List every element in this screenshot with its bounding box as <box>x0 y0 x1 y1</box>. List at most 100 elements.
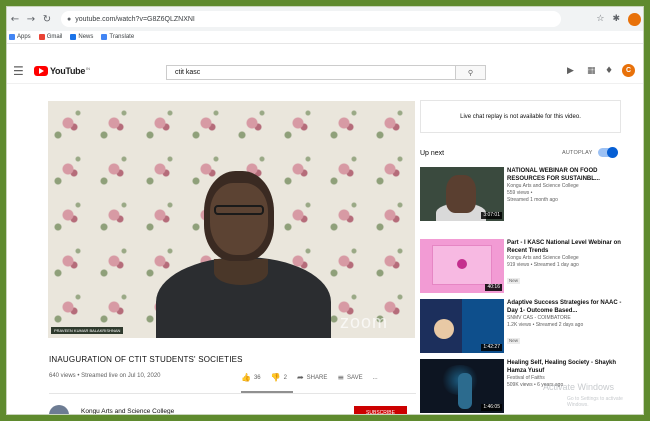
speaker-neck <box>214 259 268 285</box>
subscribe-button[interactable]: SUBSCRIBE <box>354 406 407 414</box>
share-button[interactable]: ➦ SHARE <box>297 373 327 382</box>
rec-channel: Festival of Faiths <box>507 375 545 381</box>
like-button[interactable]: 👍 36 <box>241 373 261 382</box>
gmail-icon <box>38 34 45 40</box>
like-count: 36 <box>253 374 261 381</box>
bookmark-gmail[interactable]: Gmail <box>38 34 63 40</box>
forward-icon[interactable]: → <box>23 14 39 25</box>
video-title: INAUGURATION OF CTIT STUDENTS' SOCIETIES <box>49 355 243 364</box>
share-icon: ➦ <box>296 373 304 382</box>
video-thumbnail[interactable]: 1:46:05 <box>420 359 504 413</box>
video-thumbnail[interactable]: 3:07:01 <box>420 167 504 221</box>
bookmark-apps[interactable]: Apps <box>9 34 31 40</box>
thumb-figure-head <box>446 175 476 213</box>
browser-window: ← → ↻ ● youtube.com/watch?v=G8Z6QLZNXNI … <box>6 6 644 415</box>
activate-windows-watermark: Activate Windows <box>543 382 615 392</box>
speaker-figure <box>156 171 336 338</box>
rec-views: 1.2K views • Streamed 2 days ago <box>507 322 584 328</box>
thumbs-down-icon: 👎 <box>270 373 281 382</box>
video-duration: 1:42:27 <box>481 344 502 351</box>
save-button[interactable]: ≡ SAVE <box>337 373 362 382</box>
search-input[interactable]: ctit kasc <box>166 65 456 80</box>
profile-icon[interactable] <box>628 12 641 26</box>
translate-icon <box>101 34 108 40</box>
rec-title[interactable]: NATIONAL WEBINAR ON FOOD RESOURCES FOR S… <box>507 167 627 183</box>
video-duration: 3:07:01 <box>481 212 502 219</box>
thumbs-up-icon: 👍 <box>241 373 251 382</box>
more-actions-button[interactable]: ... <box>373 375 378 381</box>
video-duration: 40:16 <box>485 284 502 291</box>
up-next-heading: Up next <box>420 150 445 157</box>
rec-title[interactable]: Adaptive Success Strategies for NAAC - D… <box>507 299 627 315</box>
rec-channel: Kongu Arts and Science College <box>507 255 579 261</box>
share-label: SHARE <box>306 374 328 381</box>
thumb-portrait <box>434 319 454 339</box>
rec-channel: SNMV CAS - COIMBATORE <box>507 315 571 321</box>
channel-name[interactable]: Kongu Arts and Science College <box>81 408 174 414</box>
bookmark-label: News <box>78 34 94 40</box>
reload-icon[interactable]: ↻ <box>39 14 55 25</box>
url-bar[interactable]: ● youtube.com/watch?v=G8Z6QLZNXNI <box>61 11 561 27</box>
channel-avatar[interactable] <box>49 405 69 414</box>
news-icon <box>70 34 77 40</box>
create-video-icon[interactable]: ▶ <box>567 66 574 76</box>
rec-channel: Kongu Arts and Science College <box>507 183 579 189</box>
address-bar-row: ← → ↻ ● youtube.com/watch?v=G8Z6QLZNXNI … <box>7 7 643 31</box>
video-actions: 👍 36 👎 2 ➦ SHARE ≡ SAVE ... <box>241 373 378 382</box>
rec-views: 919 views • Streamed 1 day ago <box>507 262 579 268</box>
video-duration: 1:46:05 <box>481 404 502 411</box>
search-button[interactable]: ⚲ <box>456 65 486 80</box>
recommended-video[interactable]: 1:42:27 Adaptive Success Strategies for … <box>420 299 630 357</box>
apps-icon <box>9 34 15 40</box>
info-divider <box>49 393 416 394</box>
hamburger-menu-icon[interactable]: ☰ <box>13 64 24 78</box>
search-icon: ⚲ <box>467 68 474 77</box>
account-avatar[interactable]: C <box>622 64 635 77</box>
apps-grid-icon[interactable]: ▦ <box>587 66 596 76</box>
bookmark-label: Apps <box>17 34 31 40</box>
video-player[interactable]: PRAVEEN KUMAR BALAKRISHNAN zoom <box>48 101 415 338</box>
bookmark-translate[interactable]: Translate <box>101 34 134 40</box>
playlist-add-icon: ≡ <box>337 373 345 382</box>
video-meta: 640 views • Streamed live on Jul 10, 202… <box>49 373 161 379</box>
zoom-watermark: zoom <box>340 312 389 332</box>
dislike-count: 2 <box>283 374 287 381</box>
back-icon[interactable]: ← <box>7 14 23 25</box>
like-ratio-bar <box>241 391 293 393</box>
live-chat-replay-notice: Live chat replay is not available for th… <box>420 100 621 133</box>
rec-views: 559 views • <box>507 190 533 196</box>
speaker-glasses <box>214 205 264 215</box>
search-query: ctit kasc <box>175 69 201 76</box>
youtube-play-icon <box>34 66 48 76</box>
chat-replay-text: Live chat replay is not available for th… <box>460 113 581 120</box>
region-code: IN <box>86 66 91 71</box>
bookmarks-bar: Apps Gmail News Translate <box>7 31 643 44</box>
new-badge: New <box>507 278 521 284</box>
rec-age: Streamed 1 month ago <box>507 197 558 203</box>
bookmark-label: Gmail <box>46 34 63 40</box>
bookmark-star-icon[interactable]: ☆ <box>596 14 604 24</box>
lock-icon: ● <box>67 15 72 23</box>
notifications-bell-icon[interactable]: ♦ <box>605 66 613 76</box>
speaker-face <box>210 183 268 255</box>
dislike-button[interactable]: 👎 2 <box>271 373 287 382</box>
video-thumbnail[interactable]: 40:16 <box>420 239 504 293</box>
video-thumbnail[interactable]: 1:42:27 <box>420 299 504 353</box>
rec-title[interactable]: Healing Self, Healing Society - Shaykh H… <box>507 359 627 375</box>
youtube-wordmark: YouTube <box>50 66 86 76</box>
rec-title[interactable]: Part - I KASC National Level Webinar on … <box>507 239 627 255</box>
save-label: SAVE <box>347 374 363 381</box>
recommended-video[interactable]: 40:16 Part - I KASC National Level Webin… <box>420 239 630 297</box>
bookmark-news[interactable]: News <box>70 34 93 40</box>
youtube-logo[interactable]: YouTube IN <box>34 66 90 76</box>
autoplay-toggle[interactable] <box>598 147 618 158</box>
thumb-logo <box>457 259 467 269</box>
extension-icon[interactable]: ✱ <box>612 14 620 24</box>
thumb-figure <box>458 373 472 409</box>
participant-name-tag: PRAVEEN KUMAR BALAKRISHNAN <box>51 327 124 334</box>
bookmark-label: Translate <box>109 34 135 40</box>
new-badge: New <box>507 338 521 344</box>
activate-windows-hint: Go to Settings to activate Windows. <box>567 396 623 408</box>
url-text: youtube.com/watch?v=G8Z6QLZNXNI <box>75 15 195 23</box>
recommended-video[interactable]: 3:07:01 NATIONAL WEBINAR ON FOOD RESOURC… <box>420 167 630 225</box>
